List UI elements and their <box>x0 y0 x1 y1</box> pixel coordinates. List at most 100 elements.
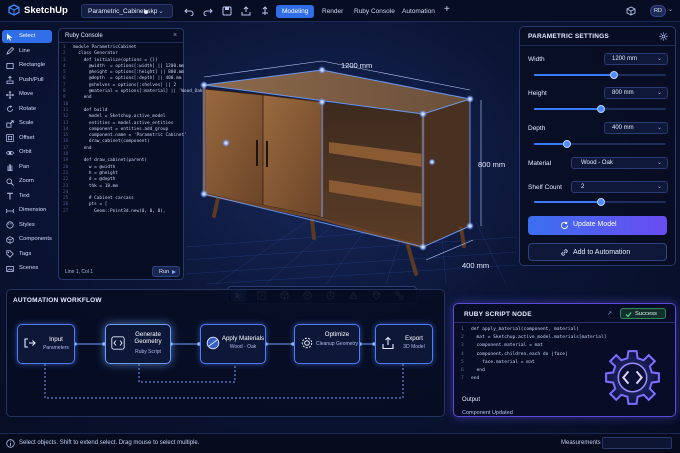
tool-line[interactable]: Line <box>2 45 52 58</box>
height-select[interactable]: 800 mm ⌄ <box>604 87 668 99</box>
orbit-icon <box>6 150 14 155</box>
chevron-down-icon: ⌄ <box>656 56 662 62</box>
tool-scale[interactable]: Scale <box>2 117 52 130</box>
material-select[interactable]: Wood - Oak ⌄ <box>571 157 668 169</box>
code-line: 27 Geom::Point3d.new(0, 0, 0), <box>63 209 181 215</box>
code-editor[interactable]: 1 module ParametricCabinet 2 class Generat… <box>63 45 205 215</box>
tool-rectangle[interactable]: Rectangle <box>2 59 52 72</box>
code-text: @depth = options[:depth] || 400.mm <box>73 76 182 82</box>
code-text: mat = Sketchup.active_model.materials[ma… <box>471 335 607 341</box>
workflow-node-generate-geometry[interactable]: Generate Geometry Ruby Script <box>105 324 171 364</box>
height-label: Height <box>528 90 547 97</box>
move-icon <box>6 90 14 99</box>
workflow-node-apply-materials[interactable]: Apply Materials Wood - Oak <box>200 324 266 364</box>
code-icon <box>111 336 125 350</box>
code-text: entities = model.active_entities <box>73 120 174 126</box>
tool-scenes[interactable]: Scenes <box>2 262 52 275</box>
line-number: 2 <box>461 335 464 341</box>
door-handle-left <box>256 140 258 166</box>
redo-icon[interactable] <box>203 6 213 16</box>
depth-slider[interactable] <box>534 140 666 148</box>
tab-modeling[interactable]: Modeling <box>276 5 315 18</box>
update-model-button[interactable]: Update Model <box>528 216 667 235</box>
dim-width: 1200 mm <box>341 61 372 70</box>
chevron-down-icon: ⌄ <box>656 90 662 96</box>
slider-knob[interactable] <box>597 105 605 113</box>
run-button[interactable]: Run <box>152 266 180 277</box>
slider-knob[interactable] <box>563 140 571 148</box>
gear-icon[interactable] <box>659 32 668 41</box>
workflow-node-export[interactable]: Export 3D Model <box>375 324 433 364</box>
divider <box>520 45 675 46</box>
script-node-title: RUBY SCRIPT NODE <box>464 311 532 318</box>
width-slider[interactable] <box>534 71 666 79</box>
input-icon <box>24 338 36 348</box>
measurements-input[interactable] <box>602 437 672 449</box>
file-tab[interactable]: Parametric_Cabinet.skp ⌄ <box>81 4 173 18</box>
model-viewport[interactable]: 1200 mm 800 mm 400 mm <box>186 22 516 284</box>
unsaved-dot-icon <box>144 10 148 14</box>
tab-automation[interactable]: Automation <box>396 5 441 18</box>
tool-pan[interactable]: Pan <box>2 161 52 174</box>
cursor-icon <box>7 33 13 41</box>
code-text: def build <box>73 107 108 113</box>
cube-icon[interactable] <box>626 6 636 16</box>
dim-depth: 400 mm <box>462 261 489 270</box>
undo-icon[interactable] <box>184 6 194 16</box>
tool-components[interactable]: Components <box>2 233 52 246</box>
code-text: def initialize(options = {}) <box>73 57 158 63</box>
width-select[interactable]: 1200 mm ⌄ <box>604 53 668 65</box>
export-icon <box>382 336 394 350</box>
tool-zoom[interactable]: Zoom <box>2 175 52 188</box>
automation-workflow-panel: AUTOMATION WORKFLOW Input Parameters Gen… <box>6 289 445 417</box>
offset-icon <box>6 134 14 142</box>
add-tab-icon[interactable]: + <box>444 4 450 15</box>
tab-render[interactable]: Render <box>316 5 349 18</box>
user-avatar[interactable]: RD <box>650 5 666 17</box>
check-icon <box>625 312 632 318</box>
chevron-down-icon[interactable]: ⌄ <box>668 6 673 13</box>
script-code[interactable]: 1 def apply_material(component, material)… <box>461 326 607 383</box>
tool-offset[interactable]: Offset <box>2 132 52 145</box>
tool-dimension[interactable]: Dimension <box>2 204 52 217</box>
code-text: thk = 18.mm <box>73 183 118 189</box>
geo-location-icon[interactable] <box>260 6 270 16</box>
styles-icon <box>6 221 14 229</box>
add-to-automation-button[interactable]: Add to Automation <box>528 243 667 261</box>
tab-ruby-console[interactable]: Ruby Console <box>348 5 401 18</box>
chevron-down-icon: ⌄ <box>656 184 662 190</box>
tool-tags[interactable]: Tags <box>2 248 52 261</box>
code-text: # Cabinet carcass <box>73 196 134 202</box>
code-text: end <box>471 368 485 374</box>
workflow-node-input[interactable]: Input Parameters <box>17 324 75 364</box>
tool-styles[interactable]: Styles <box>2 219 52 232</box>
play-icon <box>172 270 176 274</box>
close-icon[interactable]: × <box>173 32 177 39</box>
slider-knob[interactable] <box>610 71 618 79</box>
divider <box>59 42 183 43</box>
depth-select[interactable]: 400 mm ⌄ <box>604 122 668 134</box>
code-text: end <box>73 145 92 151</box>
shelf-count-slider[interactable] <box>534 198 666 206</box>
export-icon[interactable] <box>241 6 251 16</box>
hand-icon <box>7 164 13 171</box>
tool-text[interactable]: Text <box>2 190 52 203</box>
expand-icon[interactable]: ↗ <box>607 310 612 317</box>
code-text: end <box>73 95 92 101</box>
tool-push-pull[interactable]: Push/Pull <box>2 74 52 87</box>
slider-knob[interactable] <box>597 198 605 206</box>
shelf-count-select[interactable]: 2 ⌄ <box>571 181 668 193</box>
tool-move[interactable]: Move <box>2 88 52 101</box>
height-slider[interactable] <box>534 105 666 113</box>
tool-orbit[interactable]: Orbit <box>2 146 52 159</box>
measurements-label: Measurements <box>561 440 601 446</box>
save-icon[interactable] <box>222 6 232 16</box>
shelf-count-label: Shelf Count <box>528 184 562 191</box>
code-text: end <box>471 376 480 382</box>
tool-select[interactable]: Select <box>2 30 52 43</box>
chevron-down-icon[interactable]: ⌄ <box>158 7 164 15</box>
tool-rotate[interactable]: Rotate <box>2 103 52 116</box>
floor-grid <box>186 221 516 284</box>
cabinet-side <box>423 99 470 247</box>
workflow-node-optimize[interactable]: Optimize Cleanup Geometry <box>294 324 360 364</box>
